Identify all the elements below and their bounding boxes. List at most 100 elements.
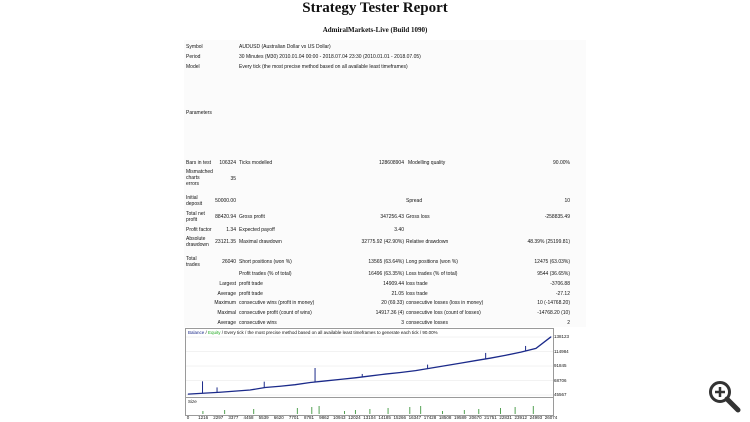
x-tick-label: 13104 [363,415,376,420]
symbol-label: Symbol [186,44,203,50]
mismatch-label-3: errors [186,181,200,187]
size-bar [420,406,422,414]
report-title: Strategy Tester Report [302,0,448,16]
y-tick-label: 138123 [554,334,570,339]
grossloss-label: Gross loss [406,214,430,220]
balance-point [204,392,206,394]
balance-point [490,357,492,359]
avgcw-value: 3 [401,320,404,326]
report-subtitle: AdmiralMarkets-Live (Build 1090) [322,26,428,34]
balance-point [370,375,371,377]
balance-point [550,336,552,338]
x-tick-label: 26074 [544,415,558,420]
x-tick-label: 10943 [332,415,346,420]
x-tick-label: 1216 [198,415,209,420]
balance-point [354,377,356,379]
balance-point [294,384,296,386]
y-tick-label: 45567 [554,392,567,397]
spread-label: Spread [406,198,423,204]
x-tick-label: 8781 [303,415,315,420]
maxcloss-label: consecutive loss (count of losses) [406,310,481,316]
size-bar [409,407,411,414]
deposit-label-2: deposit [186,201,203,207]
largest-loss-label: loss trade [406,281,428,287]
pf-value: 1.34 [226,227,236,233]
maxdd-label: Maximal drawdown [239,239,282,245]
zoom-in-icon[interactable] [707,379,741,413]
balance-chart: Balance / Equity / Every tick / the most… [185,328,554,398]
x-tick-label: 16347 [408,415,422,420]
x-tick-label: 24993 [529,415,543,420]
size-bar [478,409,480,414]
balance-point [475,360,477,361]
size-bar [202,411,204,414]
balance-point [187,393,189,395]
size-bar [463,410,465,414]
trades-label-2: trades [186,262,200,268]
long-label: Long positions (won %) [406,259,458,265]
x-tick-label: 3377 [228,415,239,420]
largest-profit-label: profit trade [239,281,263,287]
x-tick-label: 7701 [288,415,299,420]
largest-loss-value: -3706.88 [550,281,570,287]
avgcl-value: 2 [567,320,570,326]
ticks-value: 128608904 [378,160,404,166]
average-loss-label: loss trade [406,291,428,297]
balance-point [324,380,326,382]
x-tick-label: 4458 [243,415,254,420]
lt-label: Loss trades (% of total) [406,271,458,277]
size-bar [442,411,443,414]
size-bar [354,410,356,414]
y-tick-label: 91845 [554,363,567,368]
x-tick-label: 17428 [423,415,437,420]
maximal-label: Maximal [217,310,236,316]
period-label: Period [186,54,201,60]
reldd-label: Relative drawdown [406,239,449,245]
x-tick-label: 18508 [438,415,452,420]
pt-label: Profit trades (% of total) [239,271,292,277]
parameters-label: Parameters [186,110,212,116]
reldd-value: 48.39% (25199.81) [527,239,570,245]
x-tick-label: 19589 [453,415,467,420]
ep-value: 3.40 [394,227,404,233]
maxcloss-value: -14768.20 (10) [537,310,570,316]
spread-value: 10 [564,198,570,204]
size-bar [387,408,389,414]
mismatch-value: 35 [230,176,236,182]
maxcp-label: consecutive profit (count of wins) [239,310,312,316]
bars-value: 106324 [219,160,236,166]
bars-label: Bars in test [186,160,212,166]
trades-value: 26040 [222,259,236,265]
balance-point [505,354,507,356]
grossloss-value: -258835.49 [544,214,570,220]
x-tick-label: 5539 [258,415,269,420]
grossprofit-value: 347256.43 [380,214,404,220]
x-tick-label: 20670 [469,415,482,420]
x-tick-label: 22831 [499,415,512,420]
average-profit-value: 21.05 [391,291,404,297]
balance-point [219,391,221,393]
balance-line [187,336,552,395]
balance-point [385,373,386,375]
size-bar [514,407,516,414]
balance-point [535,347,537,349]
deposit-value: 50000.00 [215,198,236,204]
report-table: Symbol AUDUSD (Australian Dollar vs US D… [184,40,586,327]
average-label: Average [217,291,236,297]
largest-profit-value: 14909.44 [383,281,404,287]
ep-label: Expected payoff [239,227,275,233]
quality-label: Modelling quality [408,160,446,166]
period-value: 30 Minutes (M30) 2010.01.04 00:00 - 2018… [239,54,421,60]
size-bar [532,406,534,414]
long-value: 12475 (63.03%) [534,259,570,265]
quality-value: 90.00% [553,160,570,166]
size-bar [344,411,345,414]
balance-point [264,387,266,388]
balance-point [279,385,281,387]
size-bar [500,408,501,414]
short-value: 13565 (63.64%) [368,259,404,265]
lt-value: 9544 (36.65%) [537,271,570,277]
absdd-value: 23121.35 [215,239,236,245]
largest-label: Largest [219,281,236,287]
size-bar [296,408,298,414]
